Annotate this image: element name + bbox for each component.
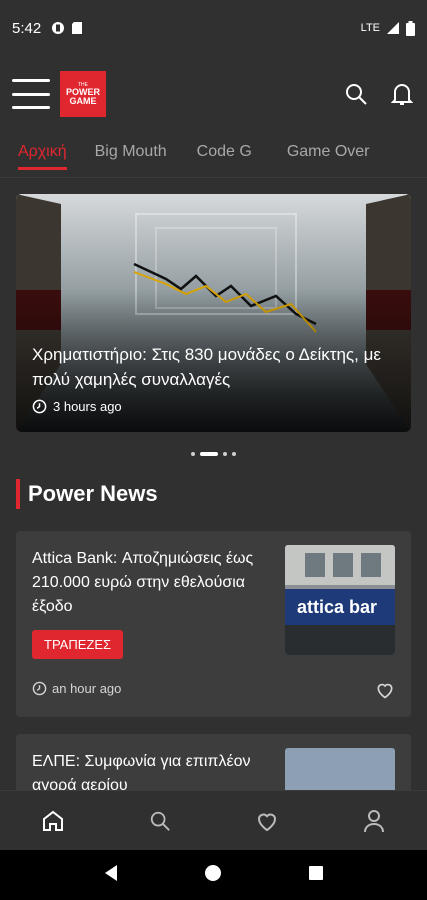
bottom-navigation <box>0 790 427 850</box>
featured-title: Χρηματιστήριο: Στις 830 μονάδες ο Δείκτη… <box>32 345 381 389</box>
nav-home[interactable] <box>33 801 73 841</box>
appbar-actions <box>343 81 415 107</box>
thumb-text: attica bar <box>297 597 377 617</box>
bell-icon <box>391 84 413 105</box>
recents-icon <box>309 865 324 880</box>
status-left-icons <box>51 21 83 35</box>
system-navigation-bar <box>0 850 427 900</box>
back-icon <box>104 864 117 881</box>
category-tabs: Αρχική Big Mouth Code G Game Over <box>0 132 427 178</box>
clock-icon <box>32 399 47 414</box>
tab-big-mouth[interactable]: Big Mouth <box>95 132 167 161</box>
app-logo[interactable]: THE POWER GAME <box>60 71 106 117</box>
carousel-dot[interactable] <box>191 452 195 456</box>
home-button[interactable] <box>204 864 222 887</box>
category-badge[interactable]: ΤΡΑΠΕΖΕΣ <box>32 630 124 659</box>
tab-home[interactable]: Αρχική <box>10 132 67 170</box>
heart-icon <box>257 813 276 831</box>
network-type: LTE <box>360 22 380 34</box>
carousel-dot-active[interactable] <box>200 452 218 456</box>
status-right: LTE <box>360 20 415 36</box>
featured-timestamp: 3 hours ago <box>32 399 122 414</box>
favorite-button[interactable] <box>375 680 395 700</box>
status-time: 5:42 <box>12 19 42 37</box>
heart-icon <box>377 683 393 699</box>
profile-icon <box>363 809 384 832</box>
home-circle-icon <box>205 864 222 881</box>
search-button[interactable] <box>343 81 369 107</box>
tab-code-g[interactable]: Code G <box>197 132 252 161</box>
featured-time-text: 3 hours ago <box>53 399 122 414</box>
app-bar: THE POWER GAME <box>0 56 427 132</box>
home-icon <box>43 810 64 831</box>
carousel-dot[interactable] <box>223 452 227 456</box>
section-accent-bar <box>16 479 20 509</box>
search-icon <box>150 811 170 831</box>
article-timestamp: an hour ago <box>32 681 121 696</box>
nav-favorites[interactable] <box>247 801 287 841</box>
section-heading: Power News <box>16 479 158 509</box>
signal-icon <box>387 22 399 34</box>
menu-icon <box>12 79 50 82</box>
carousel-dot[interactable] <box>232 452 236 456</box>
notification-app-icon <box>52 22 65 34</box>
carousel-indicator <box>0 452 427 456</box>
menu-button[interactable] <box>12 79 50 109</box>
notifications-button[interactable] <box>389 81 415 107</box>
back-button[interactable] <box>103 864 119 887</box>
article-time-text: an hour ago <box>52 681 122 696</box>
recents-button[interactable] <box>308 865 324 886</box>
status-bar: 5:42 LTE <box>0 0 427 56</box>
nav-profile[interactable] <box>354 801 394 841</box>
battery-icon <box>406 20 415 36</box>
article-title: Attica Bank: Αποζημιώσεις έως 210.000 ευ… <box>32 550 254 615</box>
nav-search[interactable] <box>140 801 180 841</box>
tab-game-over[interactable]: Game Over <box>287 132 370 161</box>
sd-card-icon <box>72 22 83 34</box>
featured-article[interactable]: Χρηματιστήριο: Στις 830 μονάδες ο Δείκτη… <box>16 194 411 432</box>
section-title: Power News <box>28 481 158 506</box>
featured-overlay <box>16 194 411 432</box>
article-thumbnail: attica bar <box>285 545 395 655</box>
clock-icon <box>32 681 47 696</box>
search-icon <box>346 84 367 105</box>
article-card[interactable]: Attica Bank: Αποζημιώσεις έως 210.000 ευ… <box>16 531 411 717</box>
attica-bank-image: attica bar <box>285 545 395 655</box>
